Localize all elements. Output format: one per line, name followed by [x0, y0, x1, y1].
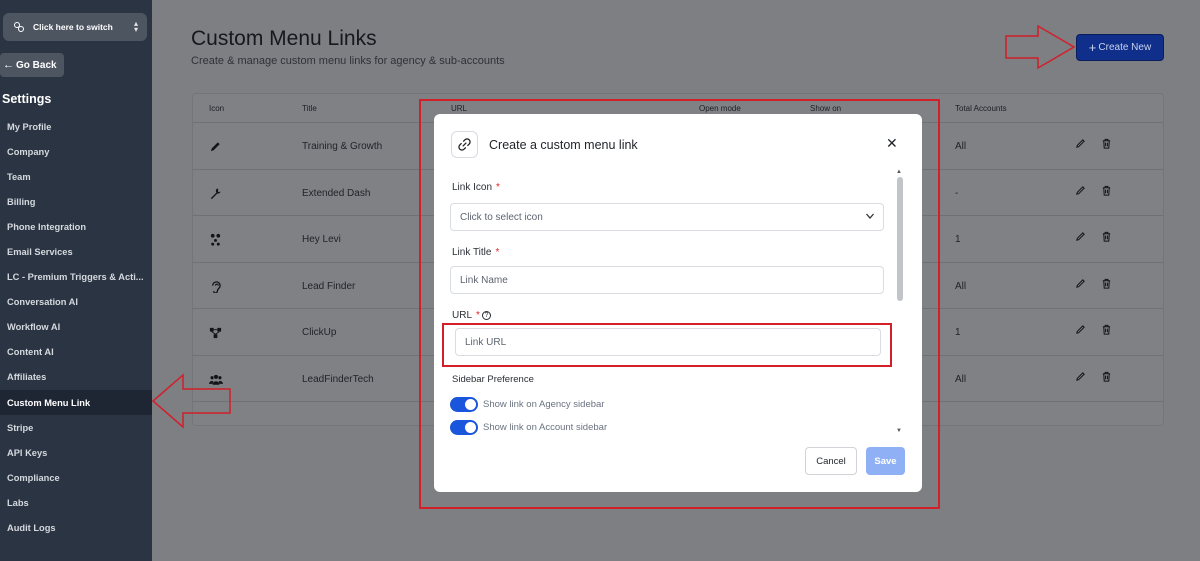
row-title: ClickUp [302, 327, 337, 338]
edit-icon[interactable] [1075, 231, 1086, 245]
trash-icon[interactable] [1101, 185, 1112, 199]
sidebar-item-email-services[interactable]: Email Services [0, 239, 152, 264]
col-total-accounts: Total Accounts [955, 104, 1007, 113]
trash-icon[interactable] [1101, 138, 1112, 152]
link-title-placeholder: Link Name [460, 274, 508, 286]
row-total-accounts: All [955, 373, 967, 385]
settings-nav: My Profile Company Team Billing Phone Integr… [0, 114, 152, 541]
edit-icon[interactable] [1075, 278, 1086, 292]
molecule-icon [209, 233, 222, 249]
edit-icon[interactable] [1075, 138, 1086, 152]
agency-sidebar-toggle[interactable] [450, 397, 478, 412]
scroll-up-icon[interactable]: ▲ [896, 169, 902, 175]
url-label-text: URL [452, 310, 473, 321]
annotation-arrow-right [1005, 24, 1076, 70]
ear-icon [209, 280, 222, 296]
required-mark: * [476, 310, 480, 321]
page-subtitle: Create & manage custom menu links for ag… [191, 55, 505, 67]
go-back-button[interactable]: ← Go Back [0, 53, 64, 77]
modal-body: Link Icon * Click to select icon Link Tit… [450, 177, 896, 435]
wrench-icon [209, 187, 222, 203]
row-total-accounts: 1 [955, 234, 961, 245]
updown-caret-icon: ▴ ▾ [133, 19, 138, 34]
link-icon-label: Link Icon * [452, 182, 500, 193]
sidebar-item-labs[interactable]: Labs [0, 490, 152, 515]
icon-select-placeholder: Click to select icon [460, 211, 543, 223]
row-total-accounts: All [955, 141, 967, 152]
sidebar: Click here to switch ▴ ▾ ← Go Back Settin… [0, 0, 152, 561]
edit-icon[interactable] [1075, 371, 1086, 385]
trash-icon[interactable] [1101, 371, 1112, 385]
trash-icon[interactable] [1101, 231, 1112, 245]
row-title: Hey Levi [302, 234, 341, 245]
sidebar-item-billing[interactable]: Billing [0, 189, 152, 214]
sidebar-item-conversation-ai[interactable]: Conversation AI [0, 290, 152, 315]
row-title: Training & Growth [302, 141, 383, 152]
modal-title: Create a custom menu link [489, 138, 638, 152]
sidebar-item-custom-menu-link[interactable]: Custom Menu Link [0, 390, 152, 416]
account-toggle-label: Show link on Account sidebar [483, 422, 608, 433]
modal-scrollbar[interactable]: ▲ ▼ [895, 169, 905, 437]
scroll-thumb[interactable] [897, 177, 903, 301]
sidebar-item-workflow-ai[interactable]: Workflow AI [0, 315, 152, 340]
url-label: URL *? [452, 310, 491, 321]
settings-heading: Settings [2, 92, 52, 106]
annotation-arrow-left [151, 373, 231, 429]
trash-icon[interactable] [1101, 324, 1112, 338]
row-total-accounts: 1 [955, 327, 961, 338]
cancel-button[interactable]: Cancel [805, 447, 857, 475]
link-title-input[interactable]: Link Name [450, 266, 884, 294]
row-total-accounts: - [955, 187, 959, 199]
annotation-url-box [442, 323, 892, 367]
save-button[interactable]: Save [866, 447, 905, 475]
sidebar-item-stripe[interactable]: Stripe [0, 415, 152, 440]
sidebar-item-my-profile[interactable]: My Profile [0, 114, 152, 139]
go-back-label: Go Back [16, 59, 57, 71]
account-switcher[interactable]: Click here to switch ▴ ▾ [3, 13, 147, 41]
close-icon[interactable]: ✕ [886, 135, 898, 152]
trash-icon[interactable] [1101, 278, 1112, 292]
sidebar-item-lc-premium-triggers-acti[interactable]: LC - Premium Triggers & Acti... [0, 265, 152, 290]
network-icon [209, 326, 222, 342]
icon-select[interactable]: Click to select icon [450, 203, 884, 231]
sidebar-item-content-ai[interactable]: Content AI [0, 340, 152, 365]
link-title-label-text: Link Title [452, 247, 492, 258]
row-total-accounts: All [955, 280, 967, 292]
link-icon-label-text: Link Icon [452, 182, 493, 193]
sidebar-item-team[interactable]: Team [0, 164, 152, 189]
link-title-label: Link Title * [452, 247, 499, 258]
row-title: Extended Dash [302, 187, 371, 199]
account-sidebar-toggle[interactable] [450, 420, 478, 435]
create-link-modal: Create a custom menu link ✕ Link Icon * C… [434, 114, 922, 492]
chevron-down-icon [865, 211, 875, 223]
switcher-label: Click here to switch [33, 22, 113, 32]
row-title: LeadFinderTech [302, 373, 374, 385]
sidebar-preference-label: Sidebar Preference [452, 374, 534, 385]
page-title: Custom Menu Links [191, 27, 377, 50]
edit-icon[interactable] [1075, 324, 1086, 338]
sidebar-item-api-keys[interactable]: API Keys [0, 440, 152, 465]
agency-toggle-label: Show link on Agency sidebar [483, 399, 605, 410]
help-icon[interactable]: ? [481, 311, 491, 320]
col-title: Title [302, 104, 317, 113]
scroll-down-icon[interactable]: ▼ [896, 428, 902, 434]
create-new-label: Create New [1098, 42, 1152, 53]
row-title: Lead Finder [302, 280, 356, 292]
sidebar-item-phone-integration[interactable]: Phone Integration [0, 214, 152, 239]
required-mark: * [496, 182, 500, 193]
sidebar-item-company[interactable]: Company [0, 139, 152, 164]
pen-icon [209, 140, 222, 156]
edit-icon[interactable] [1075, 185, 1086, 199]
required-mark: * [495, 247, 500, 258]
sidebar-item-compliance[interactable]: Compliance [0, 465, 152, 490]
sidebar-item-audit-logs[interactable]: Audit Logs [0, 516, 152, 541]
link-icon [451, 131, 478, 158]
sidebar-item-affiliates[interactable]: Affiliates [0, 365, 152, 390]
plus-icon: + [1088, 40, 1097, 55]
arrow-left-icon: ← [3, 59, 14, 71]
create-new-button[interactable]: + Create New [1076, 34, 1164, 61]
switch-icon [14, 22, 24, 32]
col-icon: Icon [209, 104, 225, 113]
